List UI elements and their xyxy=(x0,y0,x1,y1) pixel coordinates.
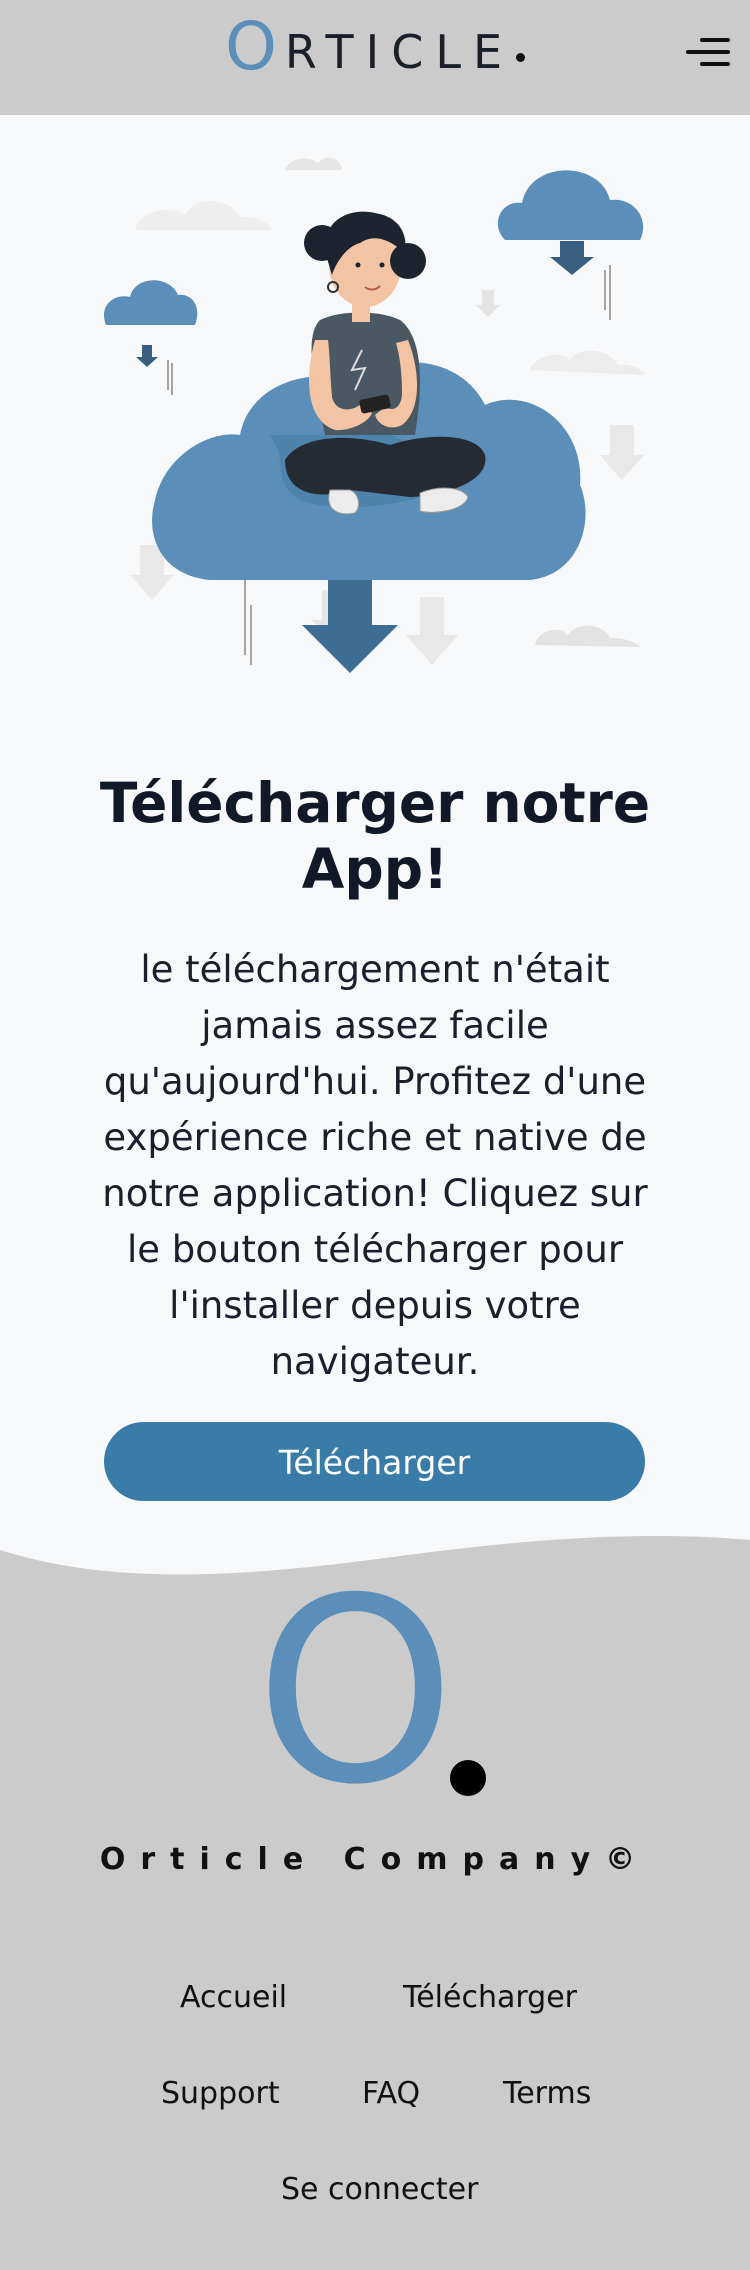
hero-illustration xyxy=(103,157,645,673)
logo-dot-icon xyxy=(516,53,526,62)
footer-link-login[interactable]: Se connecter xyxy=(281,2172,478,2207)
footer-link-download[interactable]: Télécharger xyxy=(403,1980,577,2015)
company-name: Orticle Company© xyxy=(99,1842,651,1877)
brand-logo[interactable]: O RTICLE xyxy=(0,14,750,80)
download-button[interactable]: Télécharger xyxy=(104,1422,645,1501)
logo-letter: O xyxy=(224,8,277,85)
hero-section: Télécharger notre App! le téléchargement… xyxy=(0,0,750,1600)
footer-link-home[interactable]: Accueil xyxy=(180,1980,287,2015)
hamburger-menu-icon[interactable] xyxy=(686,34,730,70)
footer-link-faq[interactable]: FAQ xyxy=(362,2076,420,2111)
logo-text: RTICLE xyxy=(284,25,515,79)
footer-link-support[interactable]: Support xyxy=(161,2076,280,2111)
footer-link-terms[interactable]: Terms xyxy=(503,2076,591,2111)
footer-logo-dot-icon xyxy=(450,1760,486,1796)
page-description: le téléchargement n'était jamais assez f… xyxy=(102,948,648,1383)
page-title: Télécharger notre App! xyxy=(99,771,651,901)
site-header: O RTICLE xyxy=(0,0,750,115)
footer-logo-letter: O xyxy=(255,1544,456,1841)
footer-logo: O xyxy=(255,1565,515,1820)
